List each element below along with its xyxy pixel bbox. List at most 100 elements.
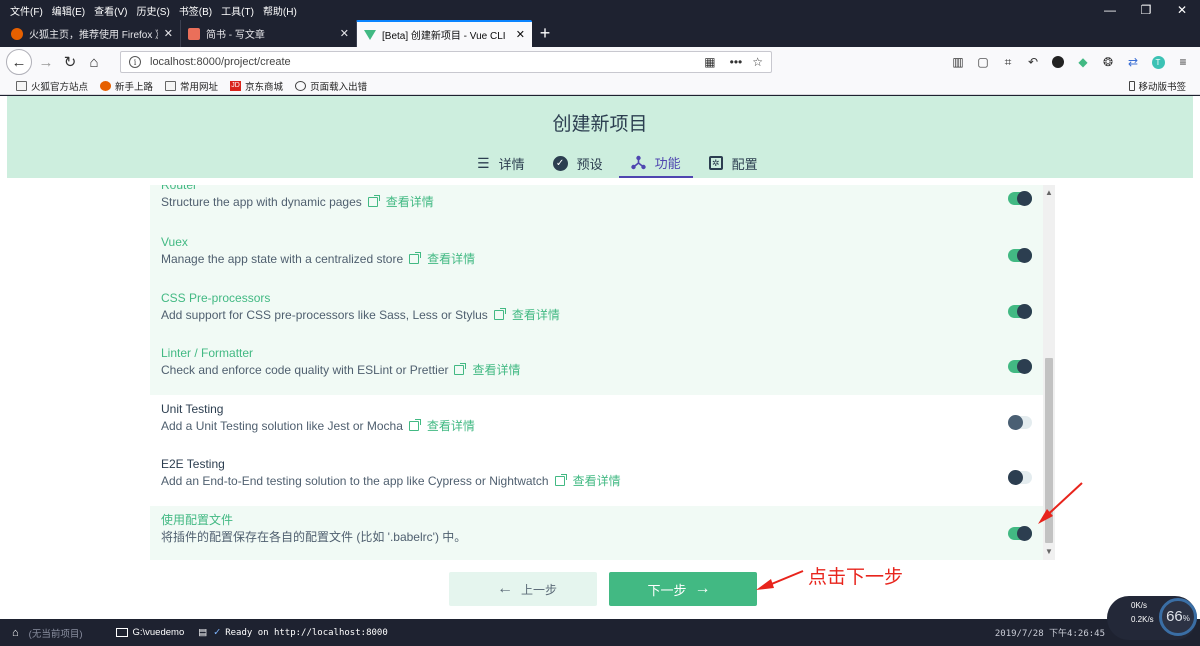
close-icon[interactable]: ✕	[516, 28, 525, 41]
menu-item[interactable]: 编辑(E)	[52, 3, 85, 18]
mobile-bookmarks[interactable]: 移动版书签	[1129, 79, 1200, 93]
bookmark-label: 常用网址	[180, 81, 219, 93]
feature-toggle[interactable]	[1008, 303, 1032, 319]
external-link-icon[interactable]	[408, 418, 421, 431]
info-icon[interactable]: i	[129, 56, 141, 68]
menu-icon[interactable]: ≡	[1174, 53, 1192, 71]
feature-toggle[interactable]	[1008, 359, 1032, 374]
feature-list: Router Structure the app with dynamic pag…	[150, 185, 1043, 560]
status-bar: ⌂ (无当前项目) G:\vuedemo ▤ ✓ Ready on http:/…	[0, 619, 1200, 646]
forward-button[interactable]: →	[34, 50, 58, 74]
menu-item[interactable]: 帮助(H)	[263, 3, 297, 18]
scroll-down-icon[interactable]: ▼	[1043, 546, 1055, 558]
external-link-icon[interactable]	[454, 363, 467, 375]
bookmark-item[interactable]: 火狐官方站点	[16, 79, 88, 93]
download-speed: 0.2K/s	[1131, 615, 1154, 624]
feature-item[interactable]: Unit Testing Add a Unit Testing solution …	[150, 394, 1043, 450]
step-details[interactable]: ☰ 详情	[465, 148, 537, 178]
feature-item[interactable]: 使用配置文件 将插件的配置保存在各自的配置文件 (比如 '.babelrc') 中…	[150, 505, 1043, 560]
home-button[interactable]: ⌂	[82, 50, 106, 74]
status-datetime: 2019/7/28 下午4:26:45	[994, 629, 1105, 639]
firefox-icon	[100, 80, 112, 91]
bookmark-item[interactable]: 常用网址	[165, 79, 218, 93]
console-icon: ▤	[198, 627, 208, 638]
url-bar[interactable]: i localhost:8000/project/create ▦ ••• ☆	[120, 51, 772, 73]
close-icon[interactable]: ✕	[164, 27, 173, 40]
feature-toggle[interactable]	[1008, 525, 1032, 541]
external-link-icon[interactable]	[554, 474, 567, 486]
external-link-icon[interactable]	[493, 307, 506, 320]
feature-item[interactable]: Linter / Formatter Check and enforce code…	[150, 339, 1043, 395]
menu-item[interactable]: 历史(S)	[136, 3, 169, 18]
step-presets[interactable]: ✓ 预设	[541, 148, 615, 178]
extension-dark-icon[interactable]	[1049, 53, 1067, 71]
back-button[interactable]: ←	[6, 49, 32, 75]
more-info-link[interactable]: 查看详情	[427, 418, 475, 434]
close-icon[interactable]: ✕	[340, 27, 349, 40]
tab-jianshu[interactable]: 简书 - 写文章 ✕	[180, 20, 356, 47]
tab-title: [Beta] 创建新项目 - Vue CLI	[382, 31, 506, 42]
feature-name: Linter / Formatter	[161, 346, 254, 360]
step-config[interactable]: ✲ 配置	[697, 148, 770, 178]
screenshot-icon[interactable]: ⌗	[999, 53, 1017, 71]
more-info-link[interactable]: 查看详情	[573, 473, 621, 489]
menu-item[interactable]: 查看(V)	[94, 3, 127, 18]
feature-toggle[interactable]	[1008, 248, 1032, 263]
more-actions-icon[interactable]: •••	[730, 55, 743, 69]
more-info-link[interactable]: 查看详情	[512, 307, 560, 323]
qr-code-icon[interactable]: ▦	[704, 55, 715, 69]
maximize-button[interactable]: ❐	[1128, 0, 1164, 20]
more-info-link[interactable]: 查看详情	[472, 362, 520, 378]
menu-item[interactable]: 书签(B)	[179, 3, 212, 18]
step-features[interactable]: 功能	[618, 148, 693, 178]
bookmark-item[interactable]: JD 京东商城	[230, 79, 283, 93]
scroll-thumb[interactable]	[1045, 358, 1053, 543]
step-label: 功能	[654, 155, 681, 171]
bookmark-star-icon[interactable]: ☆	[752, 55, 763, 69]
profile-icon[interactable]: T	[1149, 53, 1167, 71]
menu-item[interactable]: 工具(T)	[221, 3, 254, 18]
bookmark-item[interactable]: 新手上路	[100, 79, 153, 93]
feature-item[interactable]: Router Structure the app with dynamic pag…	[150, 185, 1043, 228]
firefox-icon	[11, 27, 23, 40]
feature-list-scrollbar[interactable]: ▲ ▼	[1043, 185, 1055, 560]
log-indicator[interactable]: ▤ ✓ Ready on http://localhost:8000	[198, 627, 388, 638]
step-tabs: ☰ 详情 ✓ 预设 功能 ✲ 配置	[465, 148, 774, 178]
sidebar-icon[interactable]: ▢	[974, 53, 992, 71]
menu-item[interactable]: 文件(F)	[10, 3, 43, 18]
feature-toggle[interactable]	[1008, 470, 1032, 485]
external-link-icon[interactable]	[367, 195, 380, 207]
close-window-button[interactable]: ✕	[1164, 0, 1200, 20]
minimize-button[interactable]: —	[1092, 0, 1128, 20]
folder-indicator[interactable]: G:\vuedemo	[116, 627, 184, 638]
feature-toggle[interactable]	[1008, 191, 1032, 206]
translate-icon[interactable]: ⇄	[1124, 53, 1142, 71]
previous-step-button[interactable]: ← 上一步	[449, 572, 597, 606]
fork-icon	[630, 155, 646, 170]
more-info-link[interactable]: 查看详情	[427, 251, 475, 267]
bookmark-item[interactable]: 页面载入出错	[295, 79, 367, 93]
reload-button[interactable]: ↻	[58, 50, 82, 74]
feature-name: CSS Pre-processors	[161, 290, 271, 305]
feature-toggle[interactable]	[1008, 414, 1032, 430]
toggle-knob	[1017, 248, 1032, 263]
next-step-button[interactable]: 下一步 →	[609, 572, 757, 606]
feature-description-text: Structure the app with dynamic pages	[161, 195, 362, 209]
library-icon[interactable]: ▥	[949, 53, 967, 71]
url-text[interactable]: localhost:8000/project/create	[150, 56, 694, 68]
feature-item[interactable]: E2E Testing Add an End-to-End testing sol…	[150, 450, 1043, 506]
undo-icon[interactable]: ↶	[1024, 53, 1042, 71]
tab-firefox-home[interactable]: 火狐主页，推荐使用 Firefox 》 ✕	[4, 20, 180, 47]
vue-devtools-icon[interactable]: ◆	[1074, 53, 1092, 71]
more-info-link[interactable]: 查看详情	[386, 194, 434, 210]
project-indicator[interactable]: ⌂ (无当前项目)	[12, 626, 82, 640]
scroll-up-icon[interactable]: ▲	[1043, 187, 1055, 199]
extension-icon[interactable]: ❂	[1099, 53, 1117, 71]
feature-item[interactable]: CSS Pre-processors Add support for CSS pr…	[150, 283, 1043, 339]
external-link-icon[interactable]	[409, 252, 422, 264]
wizard-footer: ← 上一步 下一步 →	[0, 572, 1200, 607]
feature-item[interactable]: Vuex Manage the app state with a centrali…	[150, 228, 1043, 284]
new-tab-button[interactable]: +	[532, 20, 558, 47]
feature-description: Check and enforce code quality with ESLi…	[161, 362, 1032, 378]
tab-vue-cli[interactable]: [Beta] 创建新项目 - Vue CLI ✕	[356, 20, 532, 47]
